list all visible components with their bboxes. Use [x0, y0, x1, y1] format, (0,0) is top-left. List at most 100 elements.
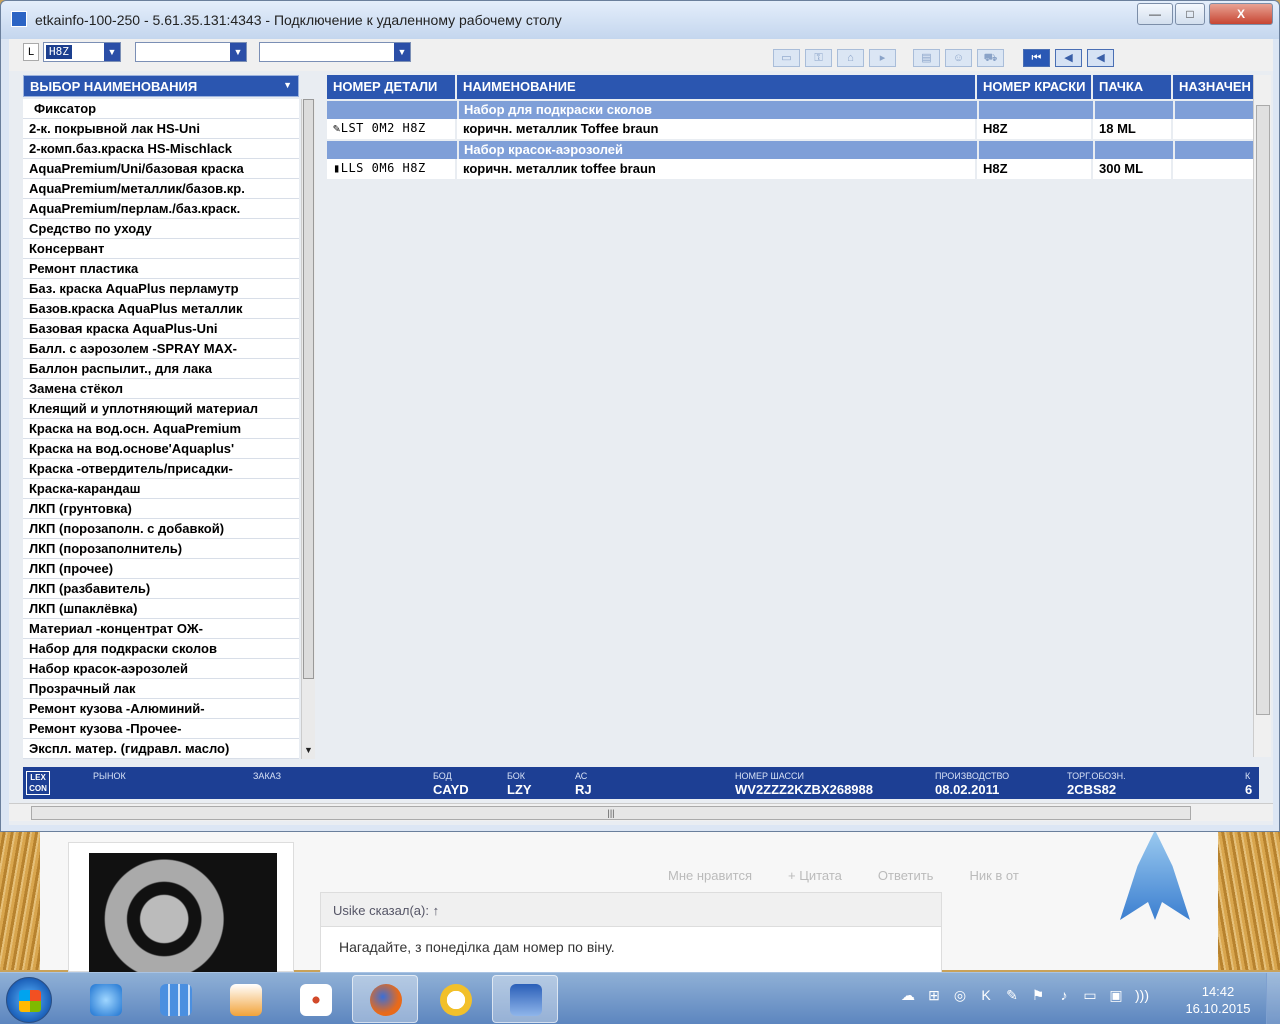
document-icon[interactable]: ▭ — [773, 49, 800, 67]
list-item[interactable]: Базовая краска AquaPlus-Uni — [23, 319, 299, 339]
quote-link[interactable]: + Цитата — [788, 868, 842, 883]
key-icon[interactable]: ⚿ — [805, 49, 832, 67]
remote-desktop-icon — [510, 984, 542, 1016]
first-page-icon[interactable]: ⏮ — [1023, 49, 1050, 67]
column-header-purpose[interactable]: НАЗНАЧЕН — [1173, 75, 1257, 99]
taskbar-internet-explorer[interactable] — [72, 975, 138, 1023]
close-button[interactable]: X — [1209, 3, 1273, 25]
column-header-pack[interactable]: ПАЧКА — [1093, 75, 1173, 99]
minimize-button[interactable]: — — [1137, 3, 1173, 25]
network-globe-icon[interactable]: ◎ — [950, 985, 970, 1005]
taskbar-media-player[interactable] — [212, 975, 278, 1023]
list-item[interactable]: Экспл. матер. (гидравл. масло) — [23, 739, 299, 759]
chevron-down-icon[interactable]: ▼ — [230, 43, 246, 61]
taskbar-clock[interactable]: 14:42 16.10.2015 — [1180, 983, 1256, 1017]
paint-code-combo[interactable]: H8Z ▼ — [43, 42, 121, 62]
window-titlebar[interactable]: etkainfo-100-250 - 5.61.35.131:4343 - По… — [1, 1, 1279, 39]
list-item[interactable]: Ремонт кузова -Прочее- — [23, 719, 299, 739]
list-item[interactable]: Баз. краска AquaPlus перламутр — [23, 279, 299, 299]
chevron-down-icon[interactable]: ▼ — [394, 43, 410, 61]
cloud-icon[interactable]: ☁ — [898, 985, 918, 1005]
list-item[interactable]: ЛКП (грунтовка) — [23, 499, 299, 519]
window-title: etkainfo-100-250 - 5.61.35.131:4343 - По… — [35, 12, 562, 28]
list-item[interactable]: ЛКП (шпаклёвка) — [23, 599, 299, 619]
start-button[interactable] — [6, 977, 52, 1023]
list-item[interactable]: AquaPremium/Uni/базовая краска — [23, 159, 299, 179]
like-link[interactable]: Мне нравится — [668, 868, 752, 883]
previous-icon[interactable]: ◀ — [1087, 49, 1114, 67]
scroll-down-icon[interactable]: ▼ — [302, 745, 315, 759]
list-item[interactable]: AquaPremium/перлам./баз.краск. — [23, 199, 299, 219]
list-item[interactable]: ЛКП (порозаполнитель) — [23, 539, 299, 559]
list-item[interactable]: ЛКП (прочее) — [23, 559, 299, 579]
list-item[interactable]: Материал -концентрат ОЖ- — [23, 619, 299, 639]
vehicle-icon[interactable]: ⌂ — [837, 49, 864, 67]
media-player-icon — [230, 984, 262, 1016]
table-row[interactable]: ✎LST 0M2 H8Z коричн. металлик Toffee bra… — [327, 119, 1257, 139]
table-row[interactable]: ▮LLS 0M6 H8Z коричн. металлик toffee bra… — [327, 159, 1257, 179]
list-item[interactable]: Ремонт пластика — [23, 259, 299, 279]
monitor-icon[interactable]: ▣ — [1106, 985, 1126, 1005]
horizontal-scroll-thumb[interactable]: ||| — [31, 806, 1191, 820]
list-item[interactable]: 2-к. покрывной лак HS-Uni — [23, 119, 299, 139]
signal-icon[interactable]: ))) — [1132, 985, 1152, 1005]
filter-combo-3[interactable]: ▼ — [259, 42, 411, 62]
taskbar-app-blocks[interactable] — [142, 975, 208, 1023]
volume-icon[interactable]: ♪ — [1054, 985, 1074, 1005]
name-selection-header[interactable]: ВЫБОР НАИМЕНОВАНИЯ ▼ — [23, 75, 299, 97]
list-item[interactable]: Клеящий и уплотняющий материал — [23, 399, 299, 419]
dropdown-arrow-icon[interactable]: ▼ — [283, 80, 292, 90]
list-item[interactable]: AquaPremium/металлик/базов.кр. — [23, 179, 299, 199]
column-header-paint-number[interactable]: НОМЕР КРАСКИ — [977, 75, 1093, 99]
horizontal-scrollbar[interactable]: ||| — [9, 803, 1273, 821]
list-item[interactable]: Ремонт кузова -Алюминий- — [23, 699, 299, 719]
left-list-scroll-thumb[interactable] — [303, 99, 314, 679]
windows-update-icon[interactable]: ⊞ — [924, 985, 944, 1005]
table-vertical-scrollbar[interactable] — [1253, 75, 1271, 757]
list-item[interactable]: Прозрачный лак — [23, 679, 299, 699]
list-item[interactable]: Краска на вод.осн. AquaPremium — [23, 419, 299, 439]
column-header-part-number[interactable]: НОМЕР ДЕТАЛИ — [327, 75, 457, 99]
list-item[interactable]: Баллон распылит., для лака — [23, 359, 299, 379]
list-item[interactable]: Краска -отвердитель/присадки- — [23, 459, 299, 479]
list-item[interactable]: ЛКП (порозаполн. с добавкой) — [23, 519, 299, 539]
left-list-scrollbar[interactable]: ▼ — [301, 99, 315, 759]
taskbar-firefox[interactable] — [352, 975, 418, 1023]
list-item[interactable]: Набор красок-аэрозолей — [23, 659, 299, 679]
nick-link[interactable]: Ник в от — [969, 868, 1018, 883]
list-item[interactable]: Фиксатор — [23, 99, 299, 119]
chevron-down-icon[interactable]: ▼ — [104, 43, 120, 61]
show-desktop-button[interactable] — [1266, 973, 1280, 1024]
list-item[interactable]: Базов.краска AquaPlus металлик — [23, 299, 299, 319]
column-header-name[interactable]: НАИМЕНОВАНИЕ — [457, 75, 977, 99]
list-item[interactable]: Замена стёкол — [23, 379, 299, 399]
rdp-window: etkainfo-100-250 - 5.61.35.131:4343 - По… — [0, 0, 1280, 832]
table-scroll-thumb[interactable] — [1256, 105, 1270, 715]
filter-combo-2[interactable]: ▼ — [135, 42, 247, 62]
taskbar-dice-app[interactable] — [282, 975, 348, 1023]
list-item[interactable]: Краска-карандаш — [23, 479, 299, 499]
list-item[interactable]: 2-комп.баз.краска HS-Mischlack — [23, 139, 299, 159]
previous-group-icon[interactable]: ◀ — [1055, 49, 1082, 67]
battery-icon[interactable]: ▭ — [1080, 985, 1100, 1005]
list-item[interactable]: Краска на вод.основе'Aquaplus' — [23, 439, 299, 459]
taskbar-remote-desktop[interactable] — [492, 975, 558, 1023]
list-item[interactable]: ЛКП (разбавитель) — [23, 579, 299, 599]
k-app-icon[interactable]: K — [976, 985, 996, 1005]
taskbar-yandex-browser[interactable] — [422, 975, 488, 1023]
list-item[interactable]: Набор для подкраски сколов — [23, 639, 299, 659]
print-icon[interactable]: ▤ — [913, 49, 940, 67]
pen-icon[interactable]: ✎ — [1002, 985, 1022, 1005]
user-icon[interactable]: ☺ — [945, 49, 972, 67]
cart-icon[interactable]: ⛟ — [977, 49, 1004, 67]
list-item[interactable]: Средство по уходу — [23, 219, 299, 239]
desktop-background-right — [1218, 830, 1280, 970]
reply-link[interactable]: Ответить — [878, 868, 934, 883]
list-item[interactable]: Консервант — [23, 239, 299, 259]
flag-icon[interactable]: ⚑ — [1028, 985, 1048, 1005]
list-item[interactable]: Балл. с аэрозолем -SPRAY MAX- — [23, 339, 299, 359]
forum-quote: Usike сказал(а): ↑ Нагадайте, з понеділк… — [320, 892, 942, 982]
arrow-list-icon[interactable]: ▸ — [869, 49, 896, 67]
name-cell: коричн. металлик toffee braun — [457, 159, 977, 179]
maximize-button[interactable]: □ — [1175, 3, 1205, 25]
